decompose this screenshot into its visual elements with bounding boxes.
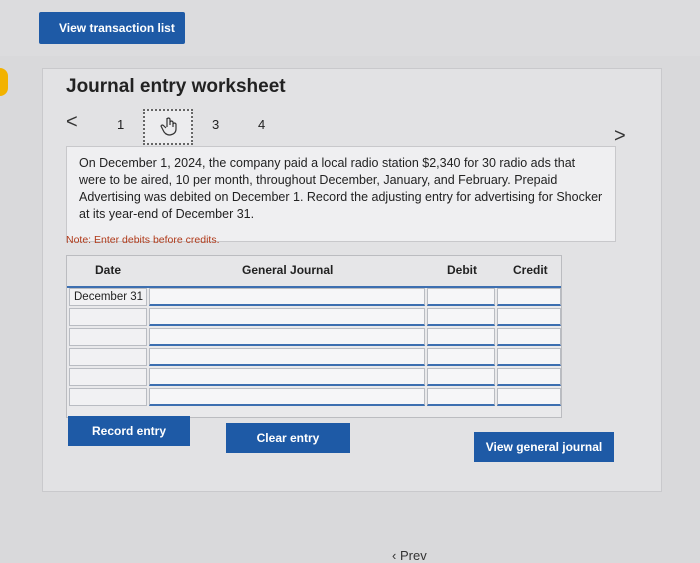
header-credit: Credit bbox=[513, 263, 548, 277]
debit-input[interactable] bbox=[427, 288, 495, 306]
credit-input[interactable] bbox=[497, 368, 561, 386]
step-3[interactable]: 3 bbox=[212, 117, 219, 132]
next-step-chevron-icon[interactable]: > bbox=[614, 125, 626, 148]
prev-page-link[interactable]: ‹ Prev bbox=[392, 548, 427, 563]
debit-input[interactable] bbox=[427, 308, 495, 326]
date-cell[interactable] bbox=[69, 308, 147, 326]
account-input[interactable] bbox=[149, 288, 425, 306]
record-entry-button[interactable]: Record entry bbox=[68, 416, 190, 446]
credit-input[interactable] bbox=[497, 288, 561, 306]
table-row bbox=[67, 328, 561, 348]
view-general-journal-button[interactable]: View general journal bbox=[474, 432, 614, 462]
date-cell[interactable] bbox=[69, 368, 147, 386]
credit-input[interactable] bbox=[497, 328, 561, 346]
table-row bbox=[67, 388, 561, 408]
table-row: December 31 bbox=[67, 288, 561, 308]
step-1[interactable]: 1 bbox=[117, 117, 124, 132]
debit-input[interactable] bbox=[427, 348, 495, 366]
date-cell[interactable] bbox=[69, 348, 147, 366]
progress-marker bbox=[0, 68, 8, 96]
worksheet-title: Journal entry worksheet bbox=[66, 76, 286, 97]
account-input[interactable] bbox=[149, 368, 425, 386]
problem-statement: On December 1, 2024, the company paid a … bbox=[66, 146, 616, 242]
table-row bbox=[67, 308, 561, 328]
date-cell[interactable]: December 31 bbox=[69, 288, 147, 306]
account-input[interactable] bbox=[149, 328, 425, 346]
entry-note: Note: Enter debits before credits. bbox=[66, 234, 220, 246]
account-input[interactable] bbox=[149, 388, 425, 406]
date-cell[interactable] bbox=[69, 328, 147, 346]
prev-label: Prev bbox=[399, 548, 427, 563]
header-date: Date bbox=[95, 263, 122, 277]
header-general-journal: General Journal bbox=[242, 263, 334, 277]
pointer-hand-icon bbox=[160, 117, 177, 136]
prev-step-chevron-icon[interactable]: < bbox=[66, 111, 78, 134]
chevron-left-icon: ‹ bbox=[392, 548, 397, 563]
credit-input[interactable] bbox=[497, 388, 561, 406]
step-4[interactable]: 4 bbox=[258, 117, 265, 132]
table-row bbox=[67, 348, 561, 368]
table-row bbox=[67, 368, 561, 388]
account-input[interactable] bbox=[149, 348, 425, 366]
table-header: Date General Journal Debit Credit bbox=[67, 256, 561, 288]
account-input[interactable] bbox=[149, 308, 425, 326]
clear-entry-button[interactable]: Clear entry bbox=[226, 423, 350, 453]
credit-input[interactable] bbox=[497, 308, 561, 326]
header-debit: Debit bbox=[447, 263, 477, 277]
credit-input[interactable] bbox=[497, 348, 561, 366]
debit-input[interactable] bbox=[427, 388, 495, 406]
date-cell[interactable] bbox=[69, 388, 147, 406]
debit-input[interactable] bbox=[427, 328, 495, 346]
view-transaction-list-button[interactable]: View transaction list bbox=[39, 12, 185, 44]
journal-table: Date General Journal Debit Credit Decemb… bbox=[66, 255, 562, 418]
debit-input[interactable] bbox=[427, 368, 495, 386]
